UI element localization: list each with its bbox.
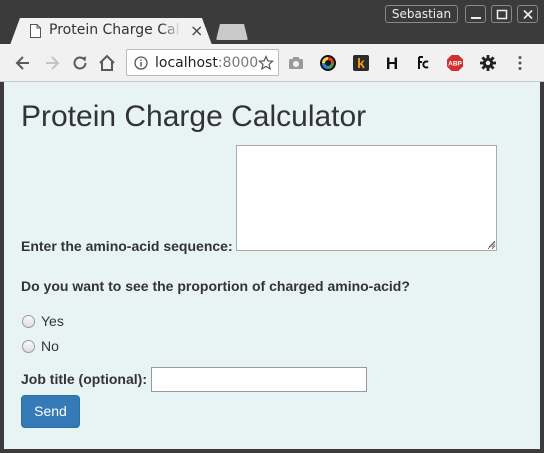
resize-grip-icon[interactable] (488, 240, 496, 248)
maximize-icon (496, 9, 508, 20)
home-icon[interactable] (97, 53, 117, 73)
radio-yes-label: Yes (41, 313, 64, 329)
tab-strip: Protein Charge Calculator × Sebastian (0, 0, 544, 45)
address-bar[interactable]: localhost:8000 (126, 49, 279, 76)
back-icon[interactable] (13, 53, 33, 73)
send-button[interactable]: Send (21, 395, 80, 428)
job-title-input[interactable] (151, 367, 367, 392)
info-icon[interactable] (134, 56, 148, 70)
gear-icon[interactable] (479, 54, 497, 72)
k-extension-label: k (357, 55, 365, 71)
url-port: :8000 (217, 55, 259, 71)
k-extension-icon[interactable]: k (352, 54, 370, 72)
page-viewport: Protein Charge Calculator Enter the amin… (4, 82, 540, 449)
tab-close-icon[interactable]: × (190, 21, 203, 40)
close-window-button[interactable] (517, 5, 538, 23)
bookmark-star-icon[interactable] (258, 55, 274, 71)
close-icon (523, 9, 533, 20)
job-title-label: Job title (optional): (21, 371, 147, 387)
h-extension-icon[interactable]: H (383, 54, 401, 72)
camera-icon[interactable] (287, 54, 305, 72)
url-text: localhost:8000 (155, 55, 258, 71)
browser-window: Protein Charge Calculator × Sebastian (0, 0, 544, 453)
fc-extension-icon[interactable] (414, 54, 432, 72)
radio-no-label: No (41, 338, 59, 354)
page-title: Protein Charge Calculator (21, 100, 367, 133)
minimize-icon (471, 17, 481, 19)
tab-title: Protein Charge Calculator (49, 22, 181, 38)
browser-toolbar: localhost:8000 k H ABP (0, 44, 544, 82)
proportion-question: Do you want to see the proportion of cha… (21, 278, 410, 294)
radio-no[interactable] (22, 340, 35, 353)
color-wheel-icon[interactable] (319, 54, 337, 72)
h-extension-label: H (386, 54, 398, 72)
menu-icon[interactable] (511, 54, 529, 72)
maximize-button[interactable] (491, 5, 512, 23)
browser-tab[interactable]: Protein Charge Calculator × (10, 18, 212, 45)
sequence-label: Enter the amino-acid sequence: (21, 238, 233, 254)
adblock-plus-icon[interactable]: ABP (446, 54, 464, 72)
adblock-plus-label: ABP (448, 61, 462, 68)
forward-icon[interactable] (42, 53, 62, 73)
radio-yes[interactable] (22, 315, 35, 328)
document-icon (30, 24, 41, 38)
profile-button[interactable]: Sebastian (385, 5, 458, 23)
sequence-textarea[interactable] (236, 145, 497, 251)
window-bottom-border (0, 449, 544, 453)
new-tab-button[interactable] (216, 24, 248, 40)
url-host: localhost (155, 55, 218, 71)
reload-icon[interactable] (70, 53, 90, 73)
minimize-button[interactable] (465, 5, 486, 23)
